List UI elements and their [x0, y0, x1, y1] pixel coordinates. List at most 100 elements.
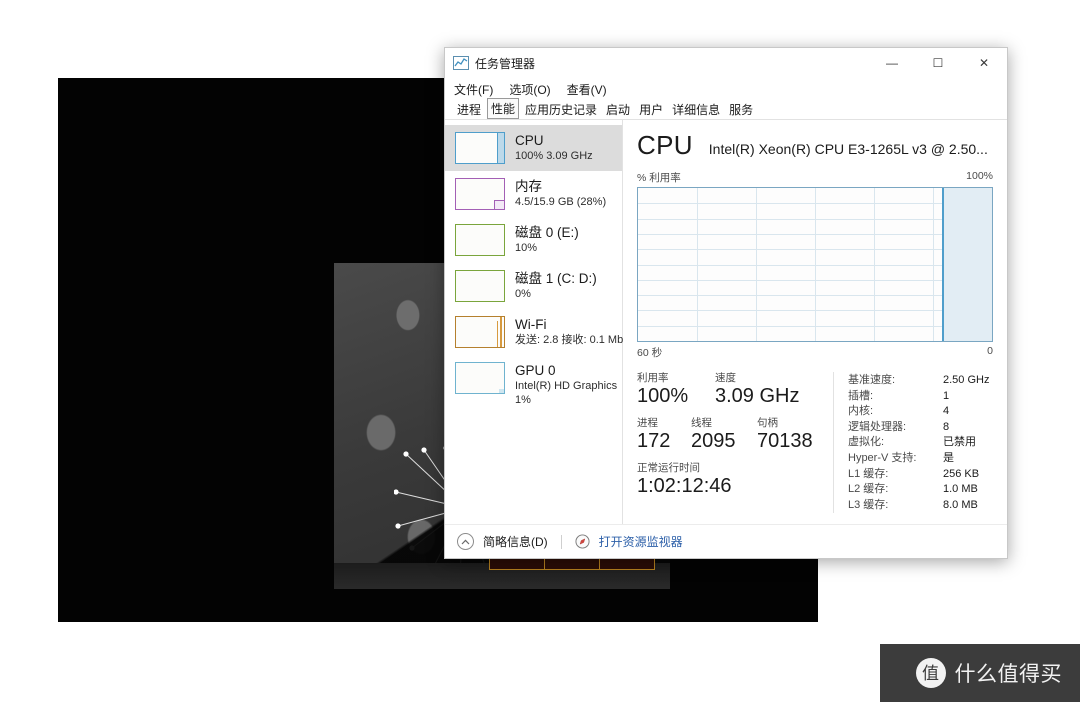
fewer-details-label[interactable]: 简略信息(D) [483, 533, 548, 550]
wifi-mini-graph-icon [455, 316, 505, 348]
spec-key: 逻辑处理器: [848, 420, 943, 436]
spec-row: 虚拟化: 已禁用 [848, 435, 993, 451]
resource-monitor-icon[interactable] [575, 534, 590, 549]
window-body: CPU 100% 3.09 GHz 内存 4.5/15.9 GB (28%) [445, 120, 1007, 524]
tab-services[interactable]: 服务 [726, 100, 756, 119]
stat-threads: 线程 2095 [691, 417, 757, 453]
spec-row: L3 缓存: 8.0 MB [848, 498, 993, 514]
spec-row: L2 缓存: 1.0 MB [848, 482, 993, 498]
stat-value: 3.09 GHz [715, 385, 799, 408]
sidebar-item-label: Wi-Fi [515, 317, 614, 333]
spec-key: 基准速度: [848, 373, 943, 389]
stat-value: 100% [637, 385, 715, 408]
spec-row: 插槽: 1 [848, 389, 993, 405]
sidebar-item-disk-1[interactable]: 磁盘 1 (C: D:) 0% [445, 263, 622, 309]
sidebar-item-sub: 10% [515, 241, 579, 255]
menu-view[interactable]: 查看(V) [567, 81, 607, 98]
sidebar-item-sub: Intel(R) HD Graphics [515, 379, 614, 393]
page-title: CPU [637, 130, 693, 161]
spec-key: 虚拟化: [848, 435, 943, 451]
menu-bar: 文件(F) 选项(O) 查看(V) [445, 78, 1007, 100]
tab-details[interactable]: 详细信息 [669, 100, 723, 119]
spec-value: 2.50 GHz [943, 373, 989, 389]
tab-users[interactable]: 用户 [636, 100, 666, 119]
title-bar[interactable]: 任务管理器 — ☐ ✕ [445, 48, 1007, 78]
screenshot-root: 任务管理器 — ☐ ✕ 文件(F) 选项(O) 查看(V) 进程 性能 应用历史… [0, 0, 1080, 702]
cpu-spec-list: 基准速度: 2.50 GHz 插槽: 1 内核: 4 逻辑处理器: [848, 372, 993, 513]
minimize-button[interactable]: — [869, 48, 915, 78]
cpu-model-label: Intel(R) Xeon(R) CPU E3-1265L v3 @ 2.50.… [709, 141, 988, 157]
sidebar-item-label: CPU [515, 133, 593, 149]
sidebar-item-memory[interactable]: 内存 4.5/15.9 GB (28%) [445, 171, 622, 217]
stat-value: 172 [637, 430, 691, 453]
sidebar-item-sub: 100% 3.09 GHz [515, 149, 593, 163]
sidebar-item-sub: 0% [515, 287, 597, 301]
spec-key: L1 缓存: [848, 467, 943, 483]
background-window-sliver [489, 558, 655, 570]
watermark-badge: 值 [916, 658, 946, 688]
spec-row: 逻辑处理器: 8 [848, 420, 993, 436]
menu-file[interactable]: 文件(F) [454, 81, 493, 98]
stat-row-processes-threads-handles: 进程 172 线程 2095 句柄 70138 [637, 417, 827, 453]
tab-processes[interactable]: 进程 [454, 100, 484, 119]
stat-row-uptime: 正常运行时间 1:02:12:46 [637, 462, 827, 498]
spec-key: L2 缓存: [848, 482, 943, 498]
stat-label: 句柄 [757, 417, 813, 430]
resource-sidebar: CPU 100% 3.09 GHz 内存 4.5/15.9 GB (28%) [445, 120, 623, 524]
stat-label: 利用率 [637, 372, 715, 385]
sidebar-item-disk-0[interactable]: 磁盘 0 (E:) 10% [445, 217, 622, 263]
cpu-area-fill [942, 188, 992, 341]
window-controls: — ☐ ✕ [869, 48, 1007, 78]
spec-key: Hyper-V 支持: [848, 451, 943, 467]
open-resource-monitor-link[interactable]: 打开资源监视器 [599, 533, 683, 550]
stat-speed: 速度 3.09 GHz [715, 372, 799, 408]
sidebar-item-cpu[interactable]: CPU 100% 3.09 GHz [445, 125, 622, 171]
stat-utilization: 利用率 100% [637, 372, 715, 408]
spec-key: 内核: [848, 404, 943, 420]
chevron-up-icon[interactable] [457, 533, 474, 550]
stat-label: 进程 [637, 417, 691, 430]
performance-pane: CPU Intel(R) Xeon(R) CPU E3-1265L v3 @ 2… [623, 120, 1007, 524]
spec-value: 4 [943, 404, 949, 420]
spec-row: 基准速度: 2.50 GHz [848, 373, 993, 389]
spec-value: 8.0 MB [943, 498, 978, 514]
stat-label: 线程 [691, 417, 757, 430]
sidebar-item-label: GPU 0 [515, 363, 614, 379]
spec-value: 1.0 MB [943, 482, 978, 498]
sidebar-item-sub: 发送: 2.8 接收: 0.1 Mb [515, 333, 614, 347]
close-button[interactable]: ✕ [961, 48, 1007, 78]
gpu0-mini-graph-icon [455, 362, 505, 394]
disk0-mini-graph-icon [455, 224, 505, 256]
sidebar-item-label: 磁盘 1 (C: D:) [515, 271, 597, 287]
sidebar-item-label: 内存 [515, 179, 606, 195]
stats-left-column: 利用率 100% 速度 3.09 GHz 进程 172 [637, 372, 827, 513]
spec-value: 8 [943, 420, 949, 436]
sidebar-item-label: 磁盘 0 (E:) [515, 225, 579, 241]
tab-bar: 进程 性能 应用历史记录 启动 用户 详细信息 服务 [445, 100, 1007, 120]
status-separator [561, 535, 562, 549]
stat-handles: 句柄 70138 [757, 417, 813, 453]
memory-mini-graph-icon [455, 178, 505, 210]
tab-performance[interactable]: 性能 [487, 98, 519, 119]
sidebar-item-gpu-0[interactable]: GPU 0 Intel(R) HD Graphics 1% [445, 355, 622, 414]
menu-options[interactable]: 选项(O) [509, 81, 550, 98]
status-bar: 简略信息(D) 打开资源监视器 [445, 524, 1007, 558]
stat-processes: 进程 172 [637, 417, 691, 453]
stat-row-utilization-speed: 利用率 100% 速度 3.09 GHz [637, 372, 827, 408]
tab-app-history[interactable]: 应用历史记录 [522, 100, 600, 119]
stat-value: 1:02:12:46 [637, 475, 732, 498]
spec-key: L3 缓存: [848, 498, 943, 514]
maximize-button[interactable]: ☐ [915, 48, 961, 78]
spec-value: 已禁用 [943, 435, 976, 451]
spec-row: L1 缓存: 256 KB [848, 467, 993, 483]
spec-value: 1 [943, 389, 949, 405]
stats-section: 利用率 100% 速度 3.09 GHz 进程 172 [637, 372, 993, 513]
chart-y-max-label: 100% [966, 170, 993, 185]
chart-icon [453, 55, 469, 71]
spec-row: 内核: 4 [848, 404, 993, 420]
tab-startup[interactable]: 启动 [603, 100, 633, 119]
sidebar-item-wifi[interactable]: Wi-Fi 发送: 2.8 接收: 0.1 Mb [445, 309, 622, 355]
stat-value: 2095 [691, 430, 757, 453]
watermark-text: 什么值得买 [955, 658, 1063, 688]
pane-header: CPU Intel(R) Xeon(R) CPU E3-1265L v3 @ 2… [637, 130, 993, 161]
